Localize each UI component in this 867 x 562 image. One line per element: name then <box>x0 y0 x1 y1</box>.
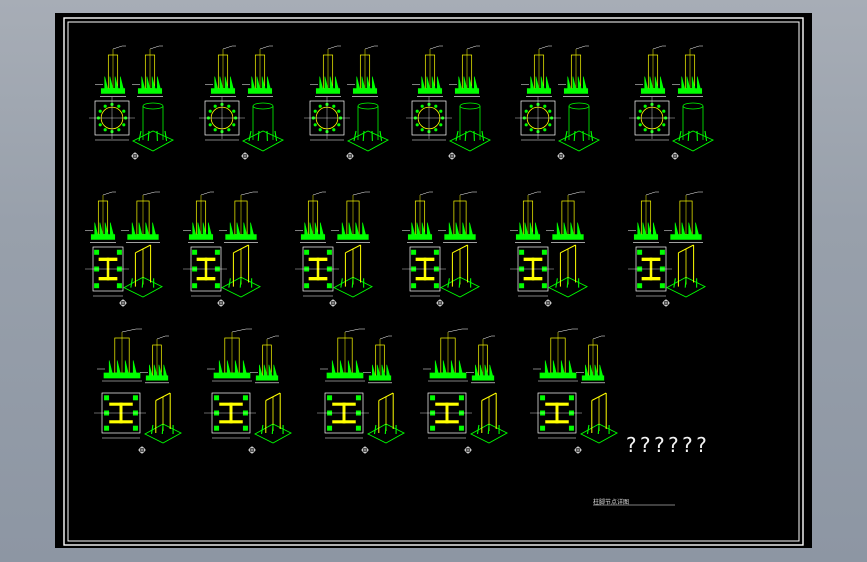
inner-border <box>67 21 800 542</box>
cad-drawing-sheet <box>63 17 804 546</box>
base-detail-circular-1 <box>89 45 175 160</box>
base-detail-circular-2 <box>199 45 285 160</box>
base-detail-h-6 <box>628 191 706 307</box>
base-detail-circular-4 <box>406 45 492 160</box>
cad-viewport[interactable]: ?????? 柱脚节点详图 <box>55 13 812 548</box>
base-detail-h-5 <box>510 191 588 307</box>
base-detail-h-large-3 <box>317 328 405 454</box>
question-mark-annotation: ?????? <box>625 433 710 457</box>
base-detail-h-1 <box>85 191 163 307</box>
base-detail-h-3 <box>295 191 373 307</box>
base-detail-h-large-4 <box>420 328 508 454</box>
base-detail-h-4 <box>402 191 480 307</box>
base-detail-circular-6 <box>629 45 715 160</box>
base-detail-circular-3 <box>304 45 390 160</box>
base-detail-circular-5 <box>515 45 601 160</box>
outer-border <box>63 17 804 546</box>
base-detail-h-2 <box>183 191 261 307</box>
drawing-title-text: 柱脚节点详图 <box>593 499 630 506</box>
base-detail-h-large-1 <box>94 328 182 454</box>
base-detail-h-large-5 <box>530 328 618 454</box>
base-detail-h-large-2 <box>204 328 292 454</box>
